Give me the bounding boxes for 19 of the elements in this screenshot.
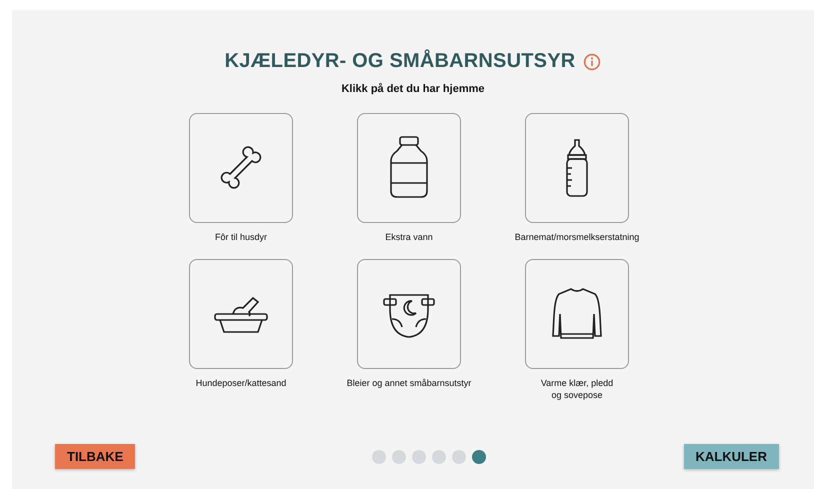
back-button[interactable]: TILBAKE	[55, 444, 136, 469]
info-icon[interactable]	[583, 52, 602, 70]
water-jug-icon	[387, 135, 431, 201]
option-label: Ekstra vann	[385, 231, 433, 244]
page-title: KJÆLEDYR- OG SMÅBARNSUTSYR	[224, 50, 576, 73]
calculate-button[interactable]: KALKULER	[684, 444, 779, 469]
option-label: Varme klær, pledd og sovepose	[540, 377, 614, 402]
option-tile[interactable]	[357, 259, 461, 370]
option-label: Bleier og annet småbarnsutstyr	[346, 377, 472, 390]
option-tile[interactable]	[525, 259, 629, 370]
option-label: Hundeposer/kattesand	[196, 377, 286, 390]
instruction-text: Klikk på det du har hjemme	[341, 83, 485, 95]
option-tile[interactable]	[189, 113, 293, 223]
litter-box-icon	[213, 294, 269, 334]
option-label: Fôr til husdyr	[214, 231, 267, 244]
option-tile[interactable]	[189, 259, 293, 370]
option-tile[interactable]	[525, 113, 629, 223]
option-label: Barnemat/morsmelkserstatning	[514, 231, 640, 244]
option-tile[interactable]	[357, 113, 461, 223]
